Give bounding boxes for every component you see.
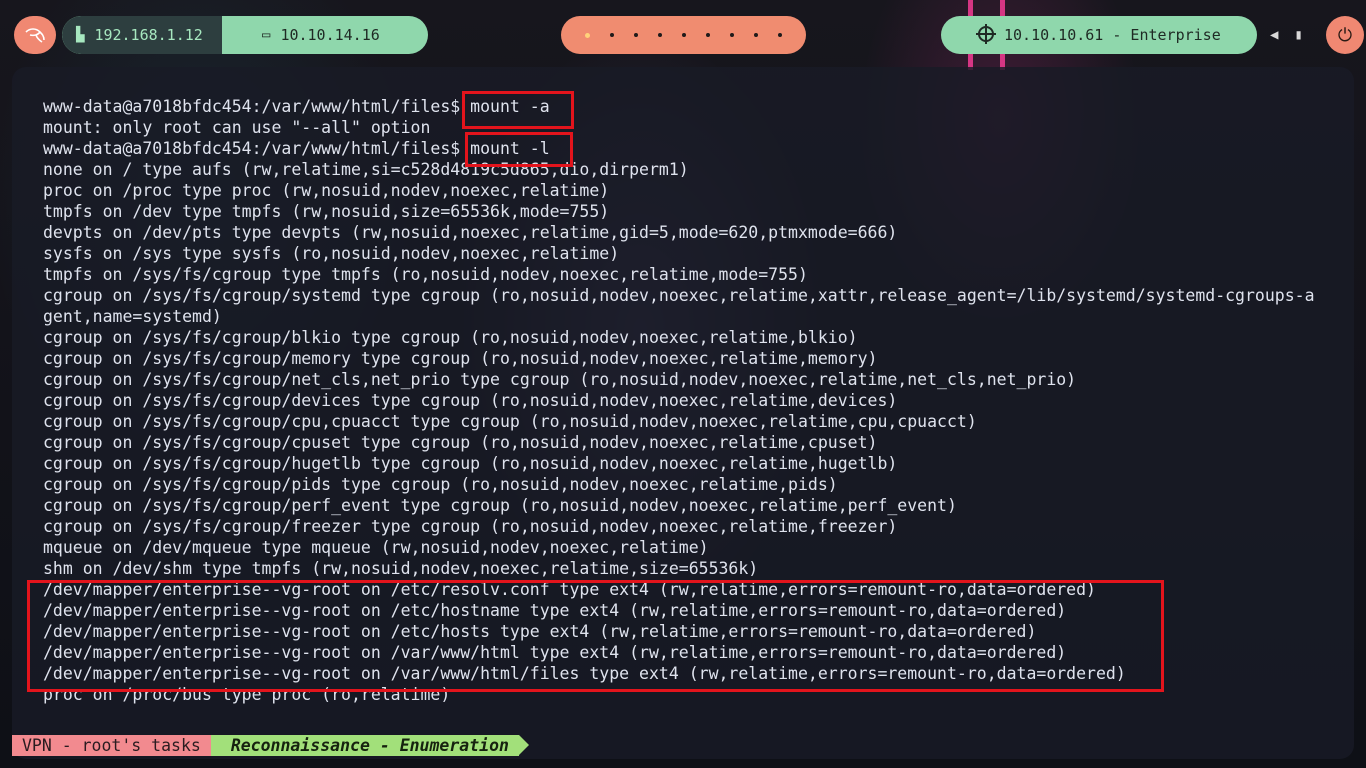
terminal-line: proc on /proc type proc (rw,nosuid,nodev…	[43, 181, 610, 200]
lock-icon[interactable]: ▮	[1294, 27, 1302, 43]
terminal-line: devpts on /dev/pts type devpts (rw,nosui…	[43, 223, 898, 242]
terminal-line: cgroup on /sys/fs/cgroup/perf_event type…	[43, 496, 957, 515]
terminal-line: cgroup on /sys/fs/cgroup/cpuset type cgr…	[43, 433, 878, 452]
highlight-box-mount-l	[465, 132, 573, 167]
terminal-line: sysfs on /sys type sysfs (ro,nosuid,node…	[43, 244, 620, 263]
local-ip-segment[interactable]: ▙ 192.168.1.12	[62, 16, 222, 54]
terminal-line: cgroup on /sys/fs/cgroup/blkio type cgro…	[43, 328, 858, 347]
terminal-line: gent,name=systemd)	[43, 307, 222, 326]
terminal-line: cgroup on /sys/fs/cgroup/net_cls,net_pri…	[43, 370, 1077, 389]
workspace-dot[interactable]	[610, 33, 614, 37]
target-text: 10.10.10.61 - Enterprise	[1004, 26, 1221, 44]
system-tray: ◀ ▮	[1262, 16, 1311, 54]
workspace-dot[interactable]	[778, 33, 782, 37]
workspace-dot[interactable]	[585, 32, 590, 38]
workspace-switcher	[561, 16, 806, 54]
workspace-dot[interactable]	[706, 33, 710, 37]
kali-menu-button[interactable]	[14, 16, 56, 54]
power-button[interactable]: ⏻	[1326, 16, 1364, 54]
terminal-line: cgroup on /sys/fs/cgroup/devices type cg…	[43, 391, 898, 410]
ip-widget: ▙ 192.168.1.12 ▭ 10.10.14.16	[62, 16, 428, 54]
terminal-line: www-data@a7018bfdc454:/var/www/html/file…	[43, 139, 550, 158]
ethernet-icon: ▙	[76, 27, 85, 43]
workspace-dot[interactable]	[682, 33, 686, 37]
workspace-dot[interactable]	[658, 33, 662, 37]
vpn-ip-text: 10.10.14.16	[280, 26, 380, 44]
terminal-line: cgroup on /sys/fs/cgroup/pids type cgrou…	[43, 475, 838, 494]
terminal-line: mqueue on /dev/mqueue type mqueue (rw,no…	[43, 538, 709, 557]
crosshair-icon	[976, 24, 996, 44]
top-bar: ▙ 192.168.1.12 ▭ 10.10.14.16 10.10.10.61…	[0, 0, 1366, 70]
vpn-ip-segment[interactable]: ▭ 10.10.14.16	[222, 16, 428, 54]
power-icon: ⏻	[1337, 24, 1353, 46]
terminal-line: mount: only root can use "--all" option	[43, 118, 431, 137]
terminal-line: cgroup on /sys/fs/cgroup/memory type cgr…	[43, 349, 878, 368]
terminal-line: none on / type aufs (rw,relatime,si=c528…	[43, 160, 689, 179]
workspace-dot[interactable]	[730, 33, 734, 37]
terminal-line: cgroup on /sys/fs/cgroup/systemd type cg…	[43, 286, 1315, 305]
terminal-line: cgroup on /sys/fs/cgroup/freezer type cg…	[43, 517, 898, 536]
terminal-line: www-data@a7018bfdc454:/var/www/html/file…	[43, 97, 550, 116]
workspace-dot[interactable]	[634, 33, 638, 37]
laptop-icon: ▭	[262, 27, 271, 43]
terminal-window[interactable]: www-data@a7018bfdc454:/var/www/html/file…	[12, 67, 1354, 759]
highlight-box-mount-a	[462, 91, 574, 129]
terminal-line: cgroup on /sys/fs/cgroup/cpu,cpuacct typ…	[43, 412, 977, 431]
tmux-status-bar: VPN - root's tasks Reconnaissance - Enum…	[12, 735, 530, 756]
terminal-line: shm on /dev/shm type tmpfs (rw,nosuid,no…	[43, 559, 759, 578]
tmux-session-label: VPN - root's tasks	[12, 735, 221, 756]
terminal-line: cgroup on /sys/fs/cgroup/hugetlb type cg…	[43, 454, 898, 473]
volume-icon[interactable]: ◀	[1270, 27, 1278, 43]
terminal-line: tmpfs on /dev type tmpfs (rw,nosuid,size…	[43, 202, 610, 221]
workspace-dot[interactable]	[754, 33, 758, 37]
target-widget[interactable]: 10.10.10.61 - Enterprise	[941, 16, 1257, 54]
kali-dragon-icon	[25, 28, 45, 43]
tmux-window-tab[interactable]: Reconnaissance - Enumeration	[210, 735, 530, 756]
terminal-line: tmpfs on /sys/fs/cgroup type tmpfs (ro,n…	[43, 265, 808, 284]
local-ip-text: 192.168.1.12	[94, 26, 203, 44]
highlight-box-mapper-mounts	[27, 580, 1164, 692]
